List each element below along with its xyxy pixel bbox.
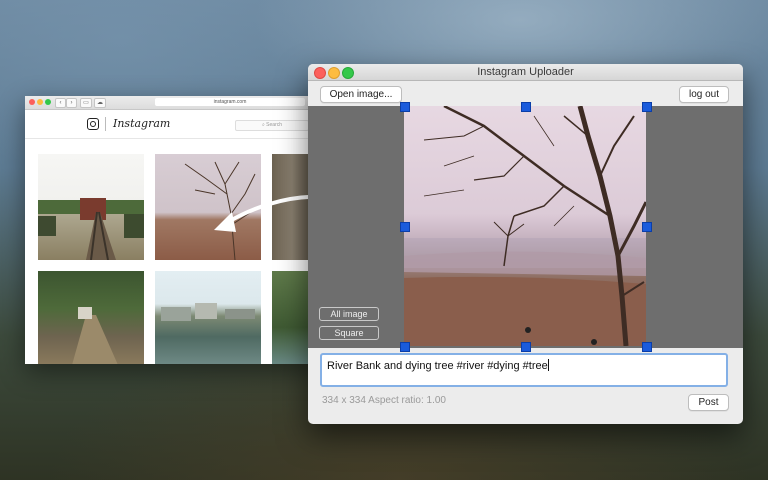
crop-handle-bottom[interactable] [521,342,531,352]
divider [105,117,106,131]
crop-handle-top[interactable] [521,102,531,112]
image-stage: All image Square [308,102,743,352]
image-info: 334 x 334 Aspect ratio: 1.00 [322,395,446,406]
caption-field[interactable]: River Bank and dying tree #river #dying … [320,353,728,387]
crop-handle-left[interactable] [400,222,410,232]
crop-handle-top-right[interactable] [642,102,652,112]
caption-text: River Bank and dying tree #river #dying … [327,360,548,372]
instagram-header: Instagram ⌕ Search [25,110,325,139]
browser-window: ‹ › ▭ ☁ instagram.com Instagram ⌕ Search [25,96,325,364]
crop-handle-bottom-right[interactable] [642,342,652,352]
all-image-button[interactable]: All image [319,307,379,321]
photo-tree[interactable] [155,154,261,260]
text-caret [547,359,549,371]
photo-forest-path[interactable] [38,271,144,364]
open-image-button[interactable]: Open image... [320,86,402,103]
window-title: Instagram Uploader [477,66,574,78]
uploader-window: Instagram Uploader Open image... log out [308,64,743,424]
back-icon[interactable]: ‹ [55,98,66,108]
sidebar-icon[interactable]: ▭ [80,98,92,108]
cloud-icon[interactable]: ☁ [94,98,106,108]
crop-preview[interactable] [404,106,646,346]
crop-handle-top-left[interactable] [400,102,410,112]
forward-icon[interactable]: › [66,98,77,108]
close-dot[interactable] [29,99,35,105]
logout-button[interactable]: log out [679,86,729,103]
search-icon: ⌕ [261,122,265,128]
crop-handle-bottom-left[interactable] [400,342,410,352]
title-bar: Instagram Uploader [308,64,743,81]
photo-railway[interactable] [38,154,144,260]
zoom-dot[interactable] [45,99,51,105]
search-placeholder: Search [266,122,283,128]
browser-toolbar: ‹ › ▭ ☁ instagram.com [25,96,325,110]
post-button[interactable]: Post [688,394,729,411]
square-button[interactable]: Square [319,326,379,340]
camera-icon[interactable] [87,118,99,130]
minimize-dot[interactable] [37,99,43,105]
photo-river[interactable] [155,271,261,364]
search-input[interactable]: ⌕ Search [235,120,309,131]
address-bar[interactable]: instagram.com [155,98,305,106]
instagram-logo[interactable]: Instagram [113,117,170,130]
crop-handle-right[interactable] [642,222,652,232]
